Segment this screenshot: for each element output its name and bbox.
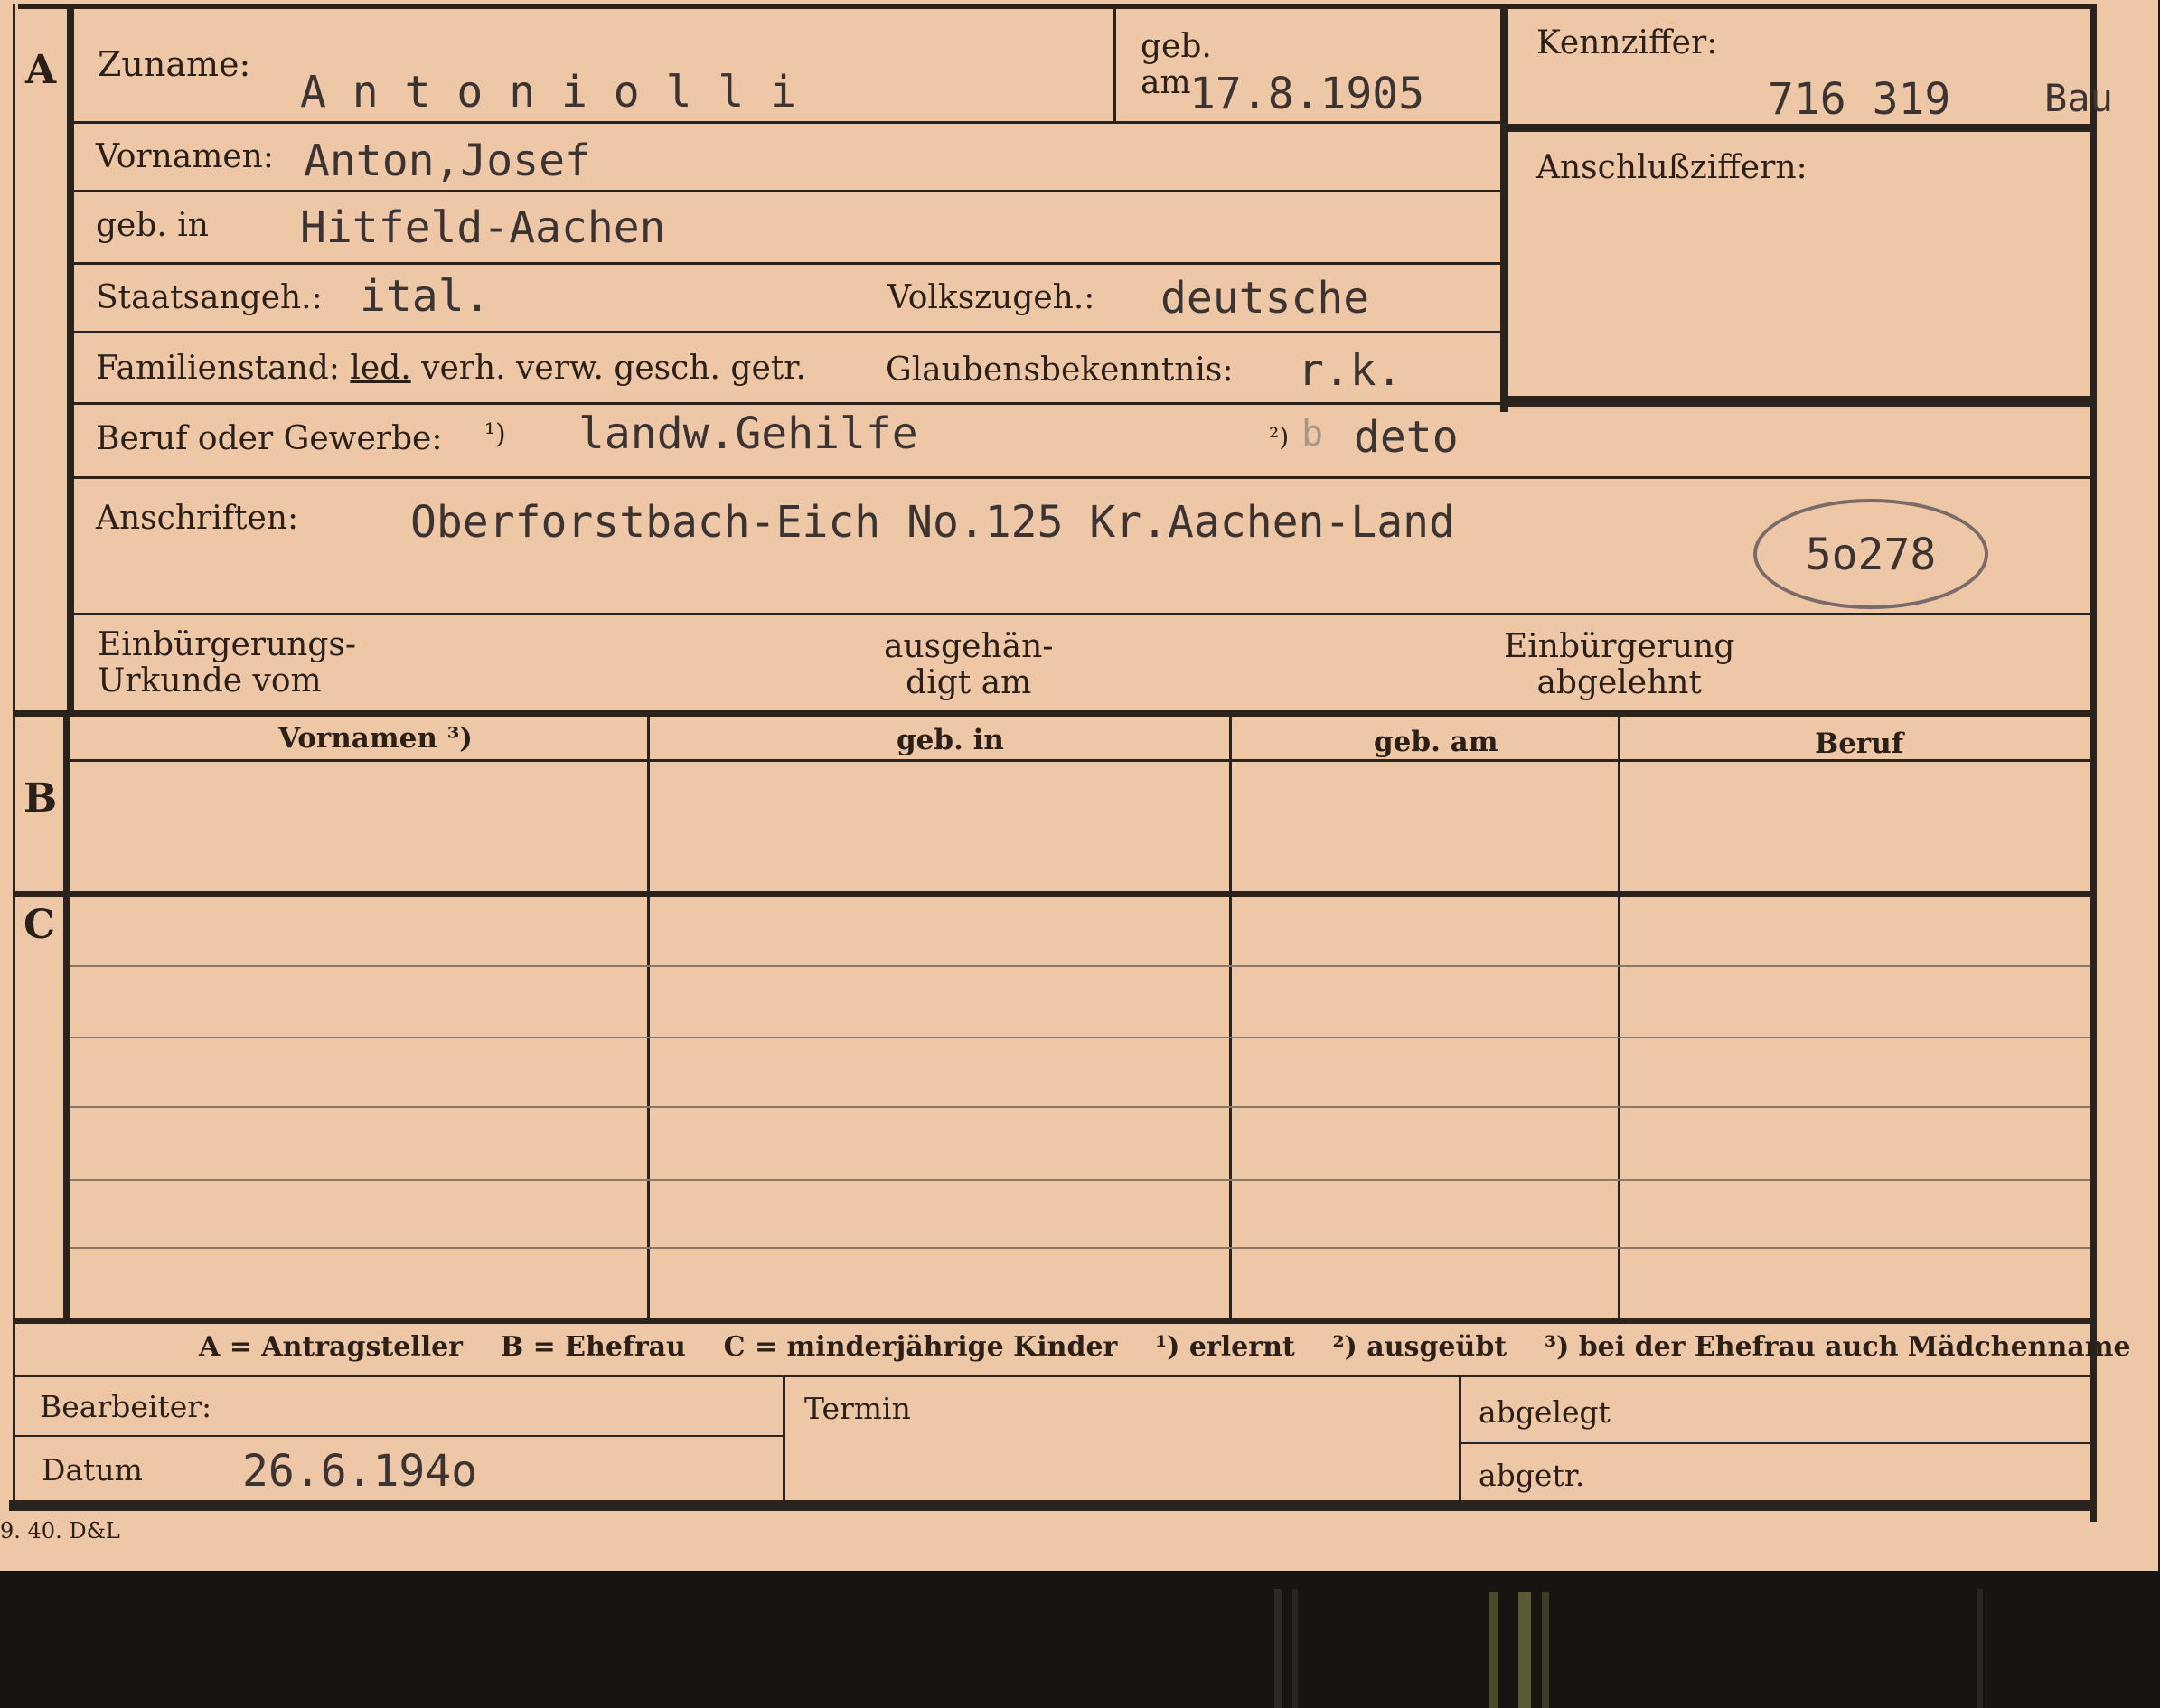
table-col-rule xyxy=(1618,713,1620,1319)
footer-col-rule xyxy=(1459,1375,1461,1502)
volkszugeh-label: Volkszugeh.: xyxy=(887,279,1095,316)
section-a-divider xyxy=(67,4,74,713)
section-c-row-rule xyxy=(70,1037,2090,1038)
footer-row-rule xyxy=(1461,1442,2090,1444)
datum-value: 26.6.194o xyxy=(242,1446,478,1497)
zuname-value: A n t o n i o l l i xyxy=(300,67,797,117)
termin-label: Termin xyxy=(804,1391,911,1426)
section-c-row-rule xyxy=(70,1106,2090,1108)
beruf-ausgeuebt-mark: b xyxy=(1301,413,1324,455)
frame-right xyxy=(2090,4,2097,1522)
scan-streak xyxy=(1977,1589,1983,1708)
familienstand-options: verh. verw. gesch. getr. xyxy=(410,350,806,387)
footer-col-rule xyxy=(783,1375,785,1502)
legend-text: A = Antragsteller B = Ehefrau C = minder… xyxy=(199,1331,2131,1363)
einbuergerungsurkunde-label: Einbürgerungs- Urkunde vom xyxy=(98,626,357,699)
geb-in-label: geb. in xyxy=(96,207,209,244)
note-2-marker: ²) xyxy=(1269,422,1290,452)
stamp-number-oval: 5o278 xyxy=(1753,499,1988,609)
footer-row-rule xyxy=(15,1435,783,1437)
anschriften-label: Anschriften: xyxy=(96,500,299,537)
registration-card: A B C Zuname: A n t o n i o l l i geb. a… xyxy=(0,0,2158,1571)
ausgehaendigt-label: ausgehän- digt am xyxy=(884,628,1054,701)
kennziffer-box-left xyxy=(1500,9,1508,412)
table-header-beruf: Beruf xyxy=(1815,727,1904,760)
section-c-row-rule xyxy=(70,1179,2090,1181)
geb-in-value: Hitfeld-Aachen xyxy=(300,202,666,253)
table-col-rule xyxy=(647,713,650,1319)
section-a-letter: A xyxy=(25,47,57,93)
table-col-rule xyxy=(1229,713,1232,1319)
abgetr-label: abgetr. xyxy=(1479,1458,1585,1493)
table-header-rule xyxy=(70,759,2090,762)
row-rule xyxy=(74,262,1500,265)
familienstand-selected: led. xyxy=(350,350,411,387)
section-c-row-rule xyxy=(70,965,2090,967)
beruf-label: Beruf oder Gewerbe: xyxy=(96,420,443,457)
scan-streak xyxy=(1489,1592,1498,1708)
staatsangeh-label: Staatsangeh.: xyxy=(96,279,323,316)
scan-streak xyxy=(1542,1592,1549,1708)
row-rule xyxy=(74,476,2090,479)
kennziffer-value: 716 319 xyxy=(1768,74,1951,125)
frame-left-margin xyxy=(13,4,15,1508)
geb-am-value: 17.8.1905 xyxy=(1189,69,1425,119)
abgelegt-label: abgelegt xyxy=(1479,1394,1611,1430)
table-header-geb-am: geb. am xyxy=(1374,726,1498,758)
volkszugeh-value: deutsche xyxy=(1160,273,1370,324)
zuname-label: Zuname: xyxy=(98,44,251,84)
table-top-rule xyxy=(15,710,2090,717)
row-rule xyxy=(74,331,1500,333)
anschrift-value: Oberforstbach-Eich No.125 Kr.Aachen-Land xyxy=(410,497,1455,548)
beruf-ausgeuebt-value: deto xyxy=(1354,412,1459,463)
scan-streak xyxy=(1292,1589,1298,1708)
beruf-erlernt-value: landw.Gehilfe xyxy=(578,408,918,459)
kennziffer-label: Kennziffer: xyxy=(1536,24,1718,61)
stamp-number: 5o278 xyxy=(1805,530,1937,580)
kennziffer-box-mid xyxy=(1500,124,2090,132)
scan-streak xyxy=(1518,1592,1531,1708)
row-rule xyxy=(74,190,1500,192)
section-b-letter: B xyxy=(23,775,58,821)
row-rule xyxy=(74,613,2090,615)
table-header-geb-in: geb. in xyxy=(897,724,1004,756)
bearbeiter-label: Bearbeiter: xyxy=(40,1389,212,1424)
scan-streak xyxy=(1274,1589,1282,1708)
section-bc-divider xyxy=(63,713,70,1319)
table-bottom-rule xyxy=(13,1318,2090,1324)
col-rule xyxy=(1113,9,1116,123)
anschlussziffern-label: Anschlußziffern: xyxy=(1536,149,1808,186)
scan-background-strip xyxy=(0,1571,2160,1708)
section-c-letter: C xyxy=(23,902,56,948)
glaubensbekenntnis-value: r.k. xyxy=(1298,345,1403,396)
staatsangeh-value: ital. xyxy=(360,271,491,322)
legend-bottom-rule xyxy=(13,1375,2090,1377)
einbuergerung-abgelehnt-label: Einbürgerung abgelehnt xyxy=(1504,628,1735,701)
familienstand-label: Familienstand: led. verh. verw. gesch. g… xyxy=(96,352,806,385)
frame-bottom xyxy=(9,1500,2097,1511)
familienstand-prefix: Familienstand: xyxy=(96,350,351,387)
section-c-rule xyxy=(15,891,2090,897)
kennziffer-box-bottom xyxy=(1500,396,2090,407)
vornamen-value: Anton,Josef xyxy=(304,136,591,186)
table-header-vornamen: Vornamen ³) xyxy=(278,722,473,755)
section-c-row-rule xyxy=(70,1247,2090,1249)
frame-top xyxy=(18,4,2097,9)
note-1-marker: ¹) xyxy=(484,418,506,450)
print-code: 9. 40. D&L xyxy=(0,1518,120,1544)
glaubensbekenntnis-label: Glaubensbekenntnis: xyxy=(886,352,1234,389)
kennziffer-suffix: Bau xyxy=(2044,76,2113,120)
datum-label: Datum xyxy=(42,1452,143,1487)
row-rule xyxy=(74,121,1500,124)
vornamen-label: Vornamen: xyxy=(96,138,274,175)
